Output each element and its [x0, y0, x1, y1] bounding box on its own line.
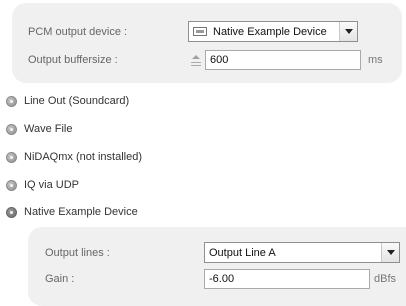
- radio-button-icon[interactable]: [6, 123, 17, 135]
- pcm-device-label: PCM output device :: [28, 26, 128, 38]
- radio-button-icon[interactable]: [6, 179, 17, 191]
- output-lines-dropdown-button[interactable]: [381, 243, 399, 262]
- buffersize-label: Output buffersize :: [28, 54, 118, 66]
- buffersize-unit: ms: [368, 54, 383, 66]
- device-option-label: Line Out (Soundcard): [24, 95, 130, 107]
- device-option-native-example[interactable]: Native Example Device: [6, 204, 138, 220]
- device-option-label: Native Example Device: [24, 206, 138, 218]
- device-option-line-out[interactable]: Line Out (Soundcard): [6, 93, 129, 109]
- gain-label: Gain :: [45, 273, 75, 285]
- device-settings-panel: [28, 227, 406, 306]
- output-settings-panel: [12, 3, 402, 83]
- device-option-wave-file[interactable]: Wave File: [6, 121, 73, 137]
- chevron-down-icon: [386, 250, 395, 255]
- sound-device-icon: [193, 27, 207, 36]
- pcm-device-value: Native Example Device: [213, 25, 327, 38]
- radio-button-icon[interactable]: [6, 95, 17, 107]
- gain-input[interactable]: -6.00: [204, 269, 370, 289]
- device-option-label: Wave File: [24, 123, 73, 135]
- output-lines-select[interactable]: Output Line A: [204, 242, 400, 263]
- radio-button-icon[interactable]: [6, 206, 17, 218]
- device-option-label: NiDAQmx (not installed): [24, 151, 142, 163]
- radio-button-icon[interactable]: [6, 151, 17, 163]
- device-option-iq-udp[interactable]: IQ via UDP: [6, 177, 79, 193]
- chevron-down-icon: [344, 29, 353, 34]
- output-lines-value: Output Line A: [209, 246, 276, 259]
- buffersize-input[interactable]: 600: [205, 50, 361, 70]
- pcm-device-dropdown-button[interactable]: [339, 22, 357, 41]
- device-option-nidaqmx[interactable]: NiDAQmx (not installed): [6, 149, 142, 165]
- spin-adjust-icon[interactable]: [191, 54, 201, 66]
- pcm-device-select[interactable]: Native Example Device: [188, 21, 358, 42]
- gain-unit: dBfs: [374, 273, 397, 285]
- output-lines-label: Output lines :: [45, 247, 110, 259]
- device-option-label: IQ via UDP: [24, 179, 80, 191]
